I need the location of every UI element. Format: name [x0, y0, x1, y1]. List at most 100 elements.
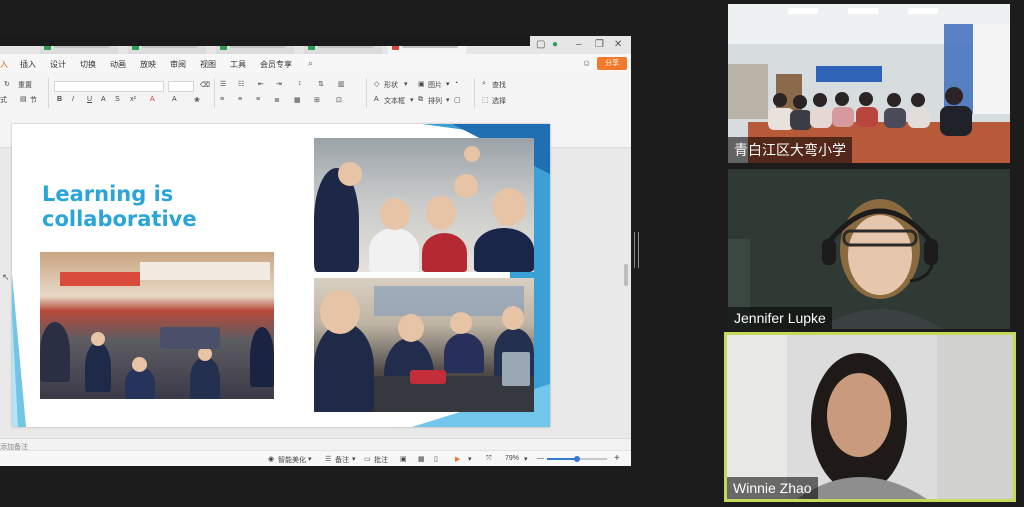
chevron-down-icon[interactable]: ▾	[446, 96, 450, 104]
chevron-down-icon[interactable]: ▾	[468, 455, 472, 463]
face	[848, 215, 912, 295]
minimize-icon[interactable]: –	[576, 39, 582, 51]
find-button[interactable]: 查找	[492, 80, 506, 90]
clear-format-icon[interactable]: ⌫	[200, 81, 210, 89]
outline-icon[interactable]: ▢	[454, 96, 461, 104]
align-left-icon[interactable]: ≡	[220, 96, 224, 103]
picture-icon[interactable]: ▣	[418, 80, 425, 88]
vertical-scrollbar-thumb[interactable]	[624, 264, 628, 286]
person	[940, 106, 972, 136]
panel-resize-handle[interactable]	[634, 232, 639, 268]
chevron-down-icon[interactable]: ▾	[410, 96, 414, 104]
select-icon[interactable]: ⬚	[482, 96, 489, 104]
arrange-button[interactable]: 排列	[428, 96, 442, 106]
search-icon[interactable]: ⌕	[482, 80, 486, 88]
align-right-icon[interactable]: ≡	[256, 96, 260, 103]
person-head	[793, 95, 807, 109]
text-direction-icon[interactable]: ⇅	[318, 80, 324, 88]
distribute-icon[interactable]: ▦	[294, 96, 301, 104]
font-family-select[interactable]	[54, 81, 164, 92]
bullet-list-icon[interactable]: ☰	[220, 80, 226, 88]
indent-increase-icon[interactable]: ⇥	[276, 80, 282, 88]
highlight-icon[interactable]: A	[150, 96, 155, 103]
menu-item-slideshow[interactable]: 放映	[140, 59, 156, 70]
notes-button[interactable]: 备注	[335, 455, 349, 465]
chevron-down-icon[interactable]: ▾	[308, 455, 312, 463]
menu-item-insert[interactable]: 插入	[20, 59, 36, 70]
textbox-button[interactable]: 文本框	[384, 96, 405, 106]
menu-item-animation[interactable]: 动画	[110, 59, 126, 70]
justify-icon[interactable]: ≣	[274, 96, 280, 104]
zoom-out-button[interactable]: —	[537, 455, 544, 462]
line-spacing-icon[interactable]: ↕	[298, 80, 302, 87]
chevron-down-icon[interactable]: ▾	[524, 455, 528, 463]
student-head	[380, 198, 410, 230]
reading-view-icon[interactable]: ▯	[434, 455, 438, 463]
share-button[interactable]: 分享	[597, 57, 627, 70]
menu-item-start[interactable]: 入	[0, 59, 8, 70]
numbered-list-icon[interactable]: ☷	[238, 80, 244, 88]
students-waving-photo	[314, 138, 534, 272]
menu-item-design[interactable]: 设计	[50, 59, 66, 70]
current-slide[interactable]: Learning is collaborative	[12, 124, 550, 427]
indent-decrease-icon[interactable]: ⇤	[258, 80, 264, 88]
format-button[interactable]: 式	[0, 95, 7, 105]
participant-tile[interactable]: Jennifer Lupke	[728, 169, 1010, 329]
close-icon[interactable]: ✕	[614, 39, 622, 51]
superscript-icon[interactable]: x²	[130, 96, 136, 103]
smiley-icon[interactable]: ☺	[582, 58, 591, 68]
menu-item-transition[interactable]: 切换	[80, 59, 96, 70]
search-icon[interactable]: ⌕	[308, 58, 313, 69]
picture-button[interactable]: 图片	[428, 80, 442, 90]
beautify-button[interactable]: 智能美化	[278, 455, 306, 465]
underline-icon[interactable]: U	[87, 96, 92, 103]
chevron-down-icon[interactable]: ▾	[446, 80, 450, 88]
align-center-icon[interactable]: ≡	[238, 96, 242, 103]
menu-item-tools[interactable]: 工具	[230, 59, 246, 70]
comment-icon[interactable]: ▭	[364, 455, 371, 463]
zoom-level[interactable]: 79%	[505, 455, 519, 462]
zoom-slider-handle[interactable]	[574, 456, 580, 462]
slide-sorter-icon[interactable]: ▦	[418, 455, 425, 463]
shape-button[interactable]: 形状	[384, 80, 398, 90]
smart-art-icon[interactable]: ⊡	[336, 96, 342, 104]
redo-icon[interactable]: ↻	[4, 80, 10, 88]
shape-icon[interactable]: ◇	[374, 80, 379, 88]
section-button[interactable]: 节	[30, 95, 37, 105]
section-icon[interactable]: ▤	[20, 95, 27, 103]
italic-icon[interactable]: I	[72, 96, 74, 103]
text-effect-icon[interactable]: A	[172, 96, 177, 103]
notes-icon[interactable]: ☰	[325, 455, 331, 463]
menu-item-review[interactable]: 审阅	[170, 59, 186, 70]
fill-icon[interactable]: ◔	[454, 80, 458, 87]
select-button[interactable]: 选择	[492, 96, 506, 106]
arrange-icon[interactable]: ⧉	[418, 96, 423, 104]
person	[884, 108, 906, 128]
restore-icon[interactable]: ❐	[595, 39, 604, 51]
participant-tile-active-speaker[interactable]: Winnie Zhao	[724, 332, 1016, 502]
align-text-icon[interactable]: ⊞	[314, 96, 320, 104]
bold-icon[interactable]: B	[57, 96, 62, 103]
beautify-icon[interactable]: ◉	[268, 455, 274, 463]
text-tools-icon[interactable]: ❀	[194, 96, 200, 104]
zoom-slider-fill	[547, 458, 577, 460]
redo-button[interactable]: 重置	[18, 80, 32, 90]
font-size-select[interactable]	[168, 81, 194, 92]
normal-view-icon[interactable]: ▣	[400, 455, 407, 463]
zoom-in-button[interactable]: +	[614, 453, 620, 464]
menu-item-view[interactable]: 视图	[200, 59, 216, 70]
play-icon[interactable]: ▶	[455, 455, 460, 463]
comment-button[interactable]: 批注	[374, 455, 388, 465]
chevron-down-icon[interactable]: ▾	[352, 455, 356, 463]
zoom-slider[interactable]	[547, 456, 607, 462]
strikethrough-icon[interactable]: S	[115, 96, 120, 103]
columns-icon[interactable]: ▥	[338, 80, 345, 88]
cube-icon[interactable]: ▢	[536, 39, 545, 51]
student-head	[338, 162, 362, 186]
textbox-icon[interactable]: A	[374, 96, 379, 103]
fit-icon[interactable]: ⤧	[486, 455, 492, 463]
chevron-down-icon[interactable]: ▾	[404, 80, 408, 88]
font-color-icon[interactable]: A	[101, 96, 106, 103]
participant-tile[interactable]: 青白江区大弯小学	[728, 4, 1010, 163]
menu-item-member[interactable]: 会员专享	[260, 59, 292, 70]
